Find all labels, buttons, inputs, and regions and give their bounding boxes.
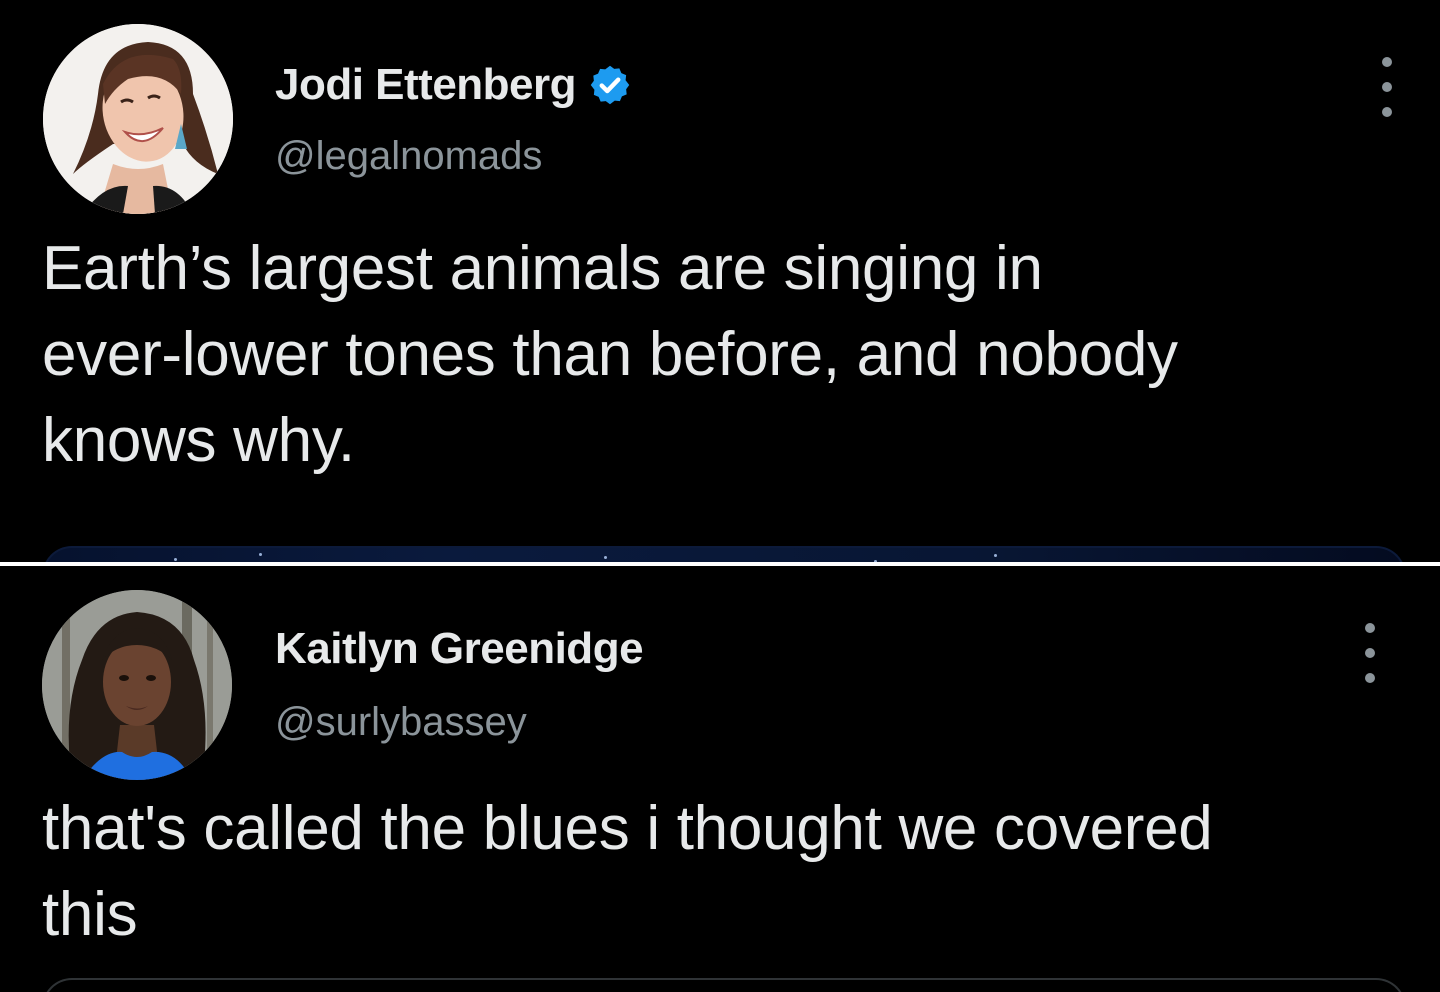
handle[interactable]: @legalnomads (275, 134, 542, 179)
more-options-icon[interactable] (1375, 57, 1399, 117)
handle[interactable]: @surlybassey (275, 700, 527, 745)
avatar-kaitlyn-greenidge[interactable] (42, 590, 232, 780)
media-card-preview[interactable] (42, 546, 1406, 562)
tweet-text-line: ever-lower tones than before, and nobody (42, 320, 1178, 389)
tweet-text-line: knows why. (42, 406, 355, 475)
avatar-kaitlyn-greenidge-image (42, 590, 232, 780)
tweet-text-line: this (42, 880, 138, 949)
avatar-jodi-ettenberg-image (43, 24, 233, 214)
tweet-kaitlyn-greenidge: Kaitlyn Greenidge @surlybassey that's ca… (0, 566, 1440, 992)
tweet-text: that's called the blues i thought we cov… (42, 786, 1402, 958)
tweet-text-line: Earth’s largest animals are singing in (42, 234, 1043, 303)
avatar-jodi-ettenberg[interactable] (43, 24, 233, 214)
tweet-text-line: that's called the blues i thought we cov… (42, 794, 1213, 863)
display-name-text: Jodi Ettenberg (275, 60, 577, 109)
verified-badge-icon (588, 63, 632, 107)
tweet-text: Earth’s largest animals are singing in e… (42, 226, 1372, 484)
media-card-preview[interactable] (42, 978, 1406, 992)
tweet-jodi-ettenberg: Jodi Ettenberg @legalnomads Earth’s larg… (0, 0, 1440, 562)
more-options-icon[interactable] (1358, 623, 1382, 683)
display-name[interactable]: Kaitlyn Greenidge (275, 624, 644, 674)
display-name-text: Kaitlyn Greenidge (275, 624, 644, 673)
display-name[interactable]: Jodi Ettenberg (275, 60, 632, 110)
